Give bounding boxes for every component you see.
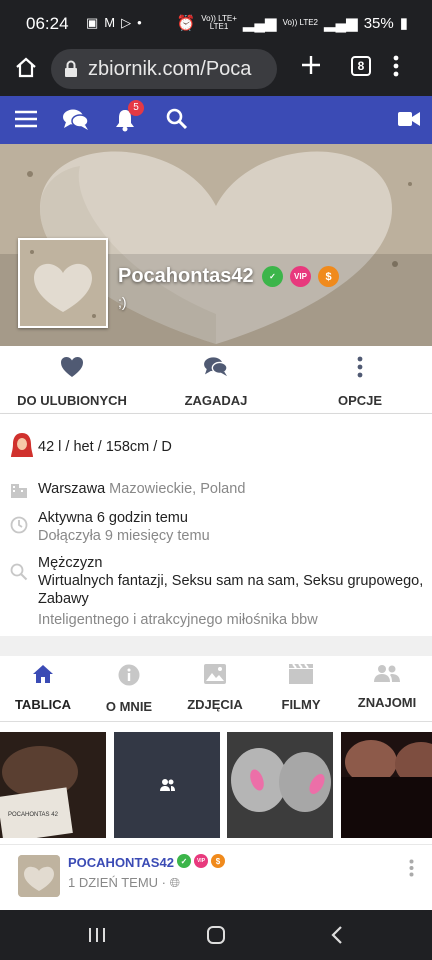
region: Mazowieckie, Poland	[109, 481, 246, 497]
profile-name: Pocahontas42	[118, 265, 254, 287]
woman-icon	[10, 432, 34, 463]
seeking: Mężczyzn	[38, 555, 103, 571]
vip-badge: VIP	[194, 854, 208, 868]
last-active: Aktywna 6 godzin temu	[38, 510, 188, 526]
joined-date: Dołączyła 9 miesięcy temu	[38, 528, 210, 544]
friends-icon	[374, 665, 400, 682]
gmail-icon: M	[104, 15, 116, 30]
tab-switcher-button[interactable]: 8	[351, 56, 371, 76]
globe-icon: 🌐︎	[169, 875, 181, 890]
search-icon[interactable]	[166, 108, 188, 135]
profile-tabs: TABLICA O MNIE ZDJĘCIA FILMY ZNAJOMI	[0, 656, 432, 722]
photo-thumbnail[interactable]: POCAHONTAS 42	[0, 732, 106, 838]
sim2-indicator: Vo)) LTE2	[282, 18, 318, 27]
back-icon[interactable]	[330, 925, 344, 950]
photo-strip: POCAHONTAS 42	[0, 724, 432, 842]
interests: Wirtualnych fantazji, Seksu sam na sam, …	[38, 573, 424, 607]
looking-for: Inteligentnego i atrakcyjnego miłośnika …	[38, 612, 318, 628]
system-navigation-bar	[0, 910, 432, 960]
city-icon	[10, 480, 28, 503]
info-icon	[118, 664, 140, 686]
profile-actions: DO ULUBIONYCH ZAGADAJ OPCJE	[0, 346, 432, 414]
post-menu-icon[interactable]	[409, 859, 414, 882]
signal-icon: ▂▄▆	[242, 15, 277, 32]
new-tab-icon[interactable]	[298, 52, 324, 83]
photo-thumbnail[interactable]	[341, 732, 432, 838]
alarm-icon: ⏰	[176, 15, 196, 32]
photo-thumbnail[interactable]	[227, 732, 333, 838]
notification-badge: 5	[128, 100, 144, 116]
basic-info: 42 l / het / 158cm / D	[38, 439, 172, 455]
home-icon[interactable]	[14, 56, 38, 85]
avatar[interactable]	[18, 238, 108, 328]
site-navbar: 5	[0, 96, 432, 144]
film-icon	[289, 663, 313, 684]
tab-tablica[interactable]: TABLICA	[0, 664, 86, 712]
tab-znajomi[interactable]: ZNAJOMI	[344, 664, 430, 710]
battery-icon: ▮	[399, 15, 408, 32]
photo-icon	[204, 664, 226, 684]
heart-icon	[61, 357, 83, 377]
ask-button[interactable]: ZAGADAJ	[144, 356, 288, 408]
post-time: 1 DZIEŃ TEMU · 🌐︎	[68, 875, 181, 890]
verified-check-icon: ✓	[262, 266, 283, 287]
browser-toolbar: zbiornik.com/Poca 8	[0, 46, 432, 96]
post-avatar[interactable]	[18, 855, 60, 897]
tab-zdjecia[interactable]: ZDJĘCIA	[172, 664, 258, 712]
video-camera-icon[interactable]	[398, 111, 420, 132]
profile-badges: ✓ VIP $	[262, 266, 339, 287]
url-text[interactable]: zbiornik.com/Poca	[88, 58, 272, 81]
recent-apps-icon[interactable]	[88, 926, 106, 949]
vertical-dots-icon	[357, 356, 363, 378]
post-author[interactable]: POCAHONTAS42	[68, 855, 174, 870]
friends-small-icon	[160, 779, 175, 791]
thumb-caption: POCAHONTAS 42	[8, 812, 59, 818]
options-button[interactable]: OPCJE	[288, 356, 432, 408]
verified-check-icon: ✓	[177, 854, 191, 868]
chat-bubbles-icon	[204, 357, 228, 377]
more-menu-icon[interactable]	[393, 54, 399, 83]
profile-info-card: 42 l / het / 158cm / D Warszawa Mazowiec…	[0, 414, 432, 636]
clock: 06:24	[26, 14, 69, 33]
tab-filmy[interactable]: FILMY	[258, 663, 344, 712]
hamburger-menu-icon[interactable]	[15, 110, 37, 133]
profile-status: ;)	[118, 294, 127, 310]
url-bar[interactable]: zbiornik.com/Poca	[51, 49, 277, 89]
favorite-button[interactable]: DO ULUBIONYCH	[0, 356, 144, 408]
tab-o-mnie[interactable]: O MNIE	[86, 664, 172, 714]
sim1-indicator: Vo)) LTE+ LTE1	[201, 14, 237, 31]
friends-only-thumbnail[interactable]	[114, 732, 220, 838]
wall-post: POCAHONTAS42 ✓ VIP $ 1 DZIEŃ TEMU · 🌐︎	[0, 844, 432, 910]
premium-dollar-badge: $	[211, 854, 225, 868]
location: Warszawa Mazowieckie, Poland	[38, 480, 245, 498]
chat-icon[interactable]	[62, 108, 90, 137]
home-button-icon[interactable]	[206, 925, 226, 950]
home-tab-icon	[33, 665, 53, 683]
lock-icon	[64, 60, 78, 83]
clock-icon	[10, 516, 28, 539]
gallery-icon: ▣	[86, 15, 99, 30]
city: Warszawa	[38, 481, 106, 497]
play-store-icon: ▷	[121, 15, 132, 30]
signal-icon-2: ▂▄▆	[324, 15, 358, 32]
status-bar: 06:24 ▣ M ▷ • ⏰ Vo)) LTE+ LTE1 ▂▄▆ Vo)) L…	[0, 0, 432, 46]
dot-icon: •	[137, 15, 142, 30]
battery-percent: 35%	[363, 14, 394, 32]
search-small-icon	[10, 563, 28, 586]
vip-badge: VIP	[290, 266, 311, 287]
premium-dollar-badge: $	[318, 266, 339, 287]
